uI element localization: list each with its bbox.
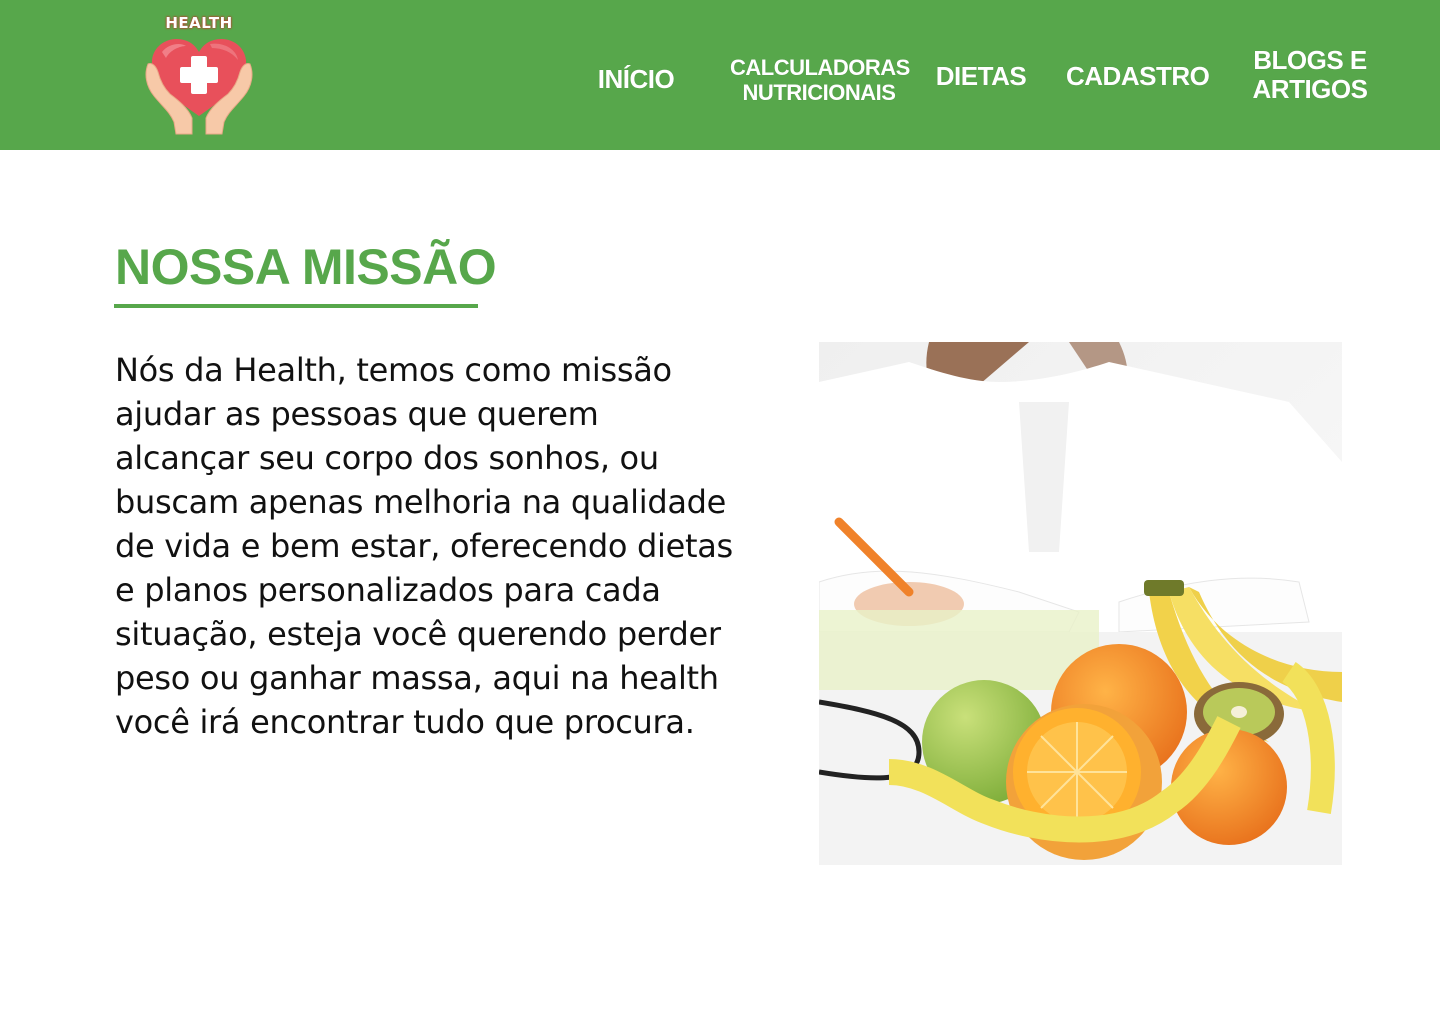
nav-blogs-label-line1: BLOGS E <box>1253 45 1367 75</box>
nav-inicio-label: INÍCIO <box>597 64 675 94</box>
site-header: HEALTH INÍCIO CALCULADORAS NUTRICIONAIS … <box>0 0 1440 150</box>
title-underline <box>114 304 478 308</box>
mission-title: NOSSA MISSÃO <box>115 239 497 295</box>
nav-cadastro[interactable]: CADASTRO <box>1066 61 1210 92</box>
main-nav: INÍCIO CALCULADORAS NUTRICIONAIS DIETAS … <box>0 0 1440 150</box>
nutritionist-fruits-photo <box>819 342 1342 865</box>
nav-dietas-label: DIETAS <box>935 61 1027 91</box>
nav-cadastro-label: CADASTRO <box>1066 61 1210 91</box>
nav-calc-label-line1: CALCULADORAS <box>730 55 910 80</box>
nav-blogs-artigos[interactable]: BLOGS E ARTIGOS <box>1248 46 1372 104</box>
nav-dietas[interactable]: DIETAS <box>934 61 1028 92</box>
nav-blogs-label-line2: ARTIGOS <box>1252 74 1368 104</box>
nav-calc-label-line2: NUTRICIONAIS <box>742 80 896 105</box>
nutritionist-fruits-illustration <box>819 342 1342 865</box>
nav-calculadoras-nutricionais[interactable]: CALCULADORAS NUTRICIONAIS <box>730 55 910 105</box>
nav-inicio[interactable]: INÍCIO <box>596 64 676 95</box>
mission-text: Nós da Health, temos como missão ajudar … <box>115 351 733 741</box>
